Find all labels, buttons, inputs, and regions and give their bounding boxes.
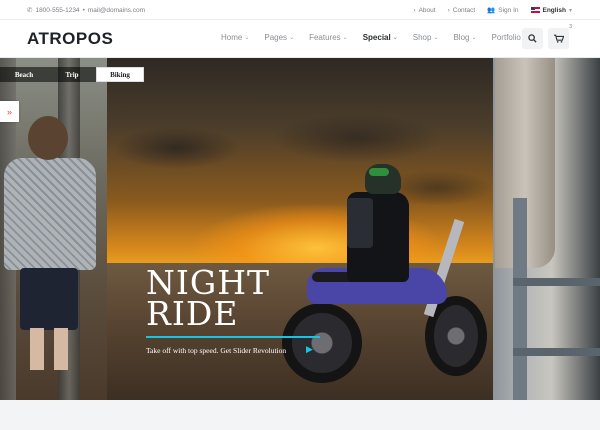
chevron-down-icon: ⌄ — [244, 35, 250, 41]
about-link[interactable]: › About — [413, 7, 435, 14]
nav-item-special[interactable]: Special ⌄ — [363, 33, 398, 42]
slider-next-arrow[interactable]: » — [0, 101, 19, 122]
users-icon: 👥 — [487, 7, 496, 14]
chevron-right-icon: › — [413, 6, 416, 14]
tab-biking[interactable]: Biking — [96, 67, 144, 82]
sign-in-link[interactable]: 👥 Sign In — [487, 6, 518, 15]
main-nav: Home ⌄ Pages ⌄ Features ⌄ Special ⌄ Shop ⌄ Bl… — [221, 33, 528, 42]
contact-separator: • — [82, 6, 85, 14]
top-bar: ✆ 1800-555-1234 • mail@domains.com › Abo… — [0, 0, 600, 20]
us-flag-icon — [530, 7, 540, 13]
tab-trip[interactable]: Trip — [48, 67, 96, 82]
slide-play-icon[interactable]: ▶ — [306, 344, 313, 355]
nav-item-pages[interactable]: Pages ⌄ — [264, 33, 294, 42]
main-header: ATROPOS Home ⌄ Pages ⌄ Features ⌄ Special ⌄ … — [0, 20, 600, 58]
hero-slider[interactable]: NIGHT RIDE Take off with top speed. Get … — [0, 58, 600, 400]
contact-info: ✆ 1800-555-1234 • mail@domains.com — [27, 6, 145, 15]
slide-accent-line — [146, 336, 320, 338]
site-logo[interactable]: ATROPOS — [27, 29, 113, 49]
cart-count-badge: 3 — [568, 24, 572, 30]
email-address[interactable]: mail@domains.com — [88, 7, 145, 14]
tab-beach[interactable]: Beach — [0, 67, 48, 82]
chevron-down-icon: ⌄ — [392, 35, 398, 41]
cart-button[interactable]: 3 — [548, 24, 572, 49]
motorbike-rear-wheel — [282, 303, 362, 383]
caret-down-icon: ▾ — [568, 7, 572, 14]
cart-icon — [553, 34, 564, 43]
nav-item-features[interactable]: Features ⌄ — [309, 33, 348, 42]
content-below-slider — [0, 400, 600, 430]
phone-number[interactable]: 1800-555-1234 — [35, 7, 79, 14]
nav-item-home[interactable]: Home ⌄ — [221, 33, 249, 42]
slide-subtitle: Take off with top speed. Get Slider Revo… — [146, 346, 287, 355]
chevron-down-icon: ⌄ — [342, 35, 348, 41]
chevron-down-icon: ⌄ — [471, 35, 477, 41]
phone-icon: ✆ — [27, 7, 33, 14]
slide-title-line-2: RIDE — [146, 294, 239, 333]
search-button[interactable] — [522, 28, 543, 49]
nav-item-blog[interactable]: Blog ⌄ — [453, 33, 476, 42]
top-links: › About › Contact 👥 Sign In English ▾ — [413, 6, 572, 15]
search-icon — [528, 34, 537, 43]
page: ✆ 1800-555-1234 • mail@domains.com › Abo… — [0, 0, 600, 430]
rider-helmet — [365, 164, 401, 194]
double-chevron-right-icon: » — [6, 106, 12, 117]
nav-item-shop[interactable]: Shop ⌄ — [413, 33, 439, 42]
language-selector[interactable]: English ▾ — [530, 7, 572, 14]
contact-link[interactable]: › Contact — [448, 7, 476, 14]
chevron-down-icon: ⌄ — [433, 35, 439, 41]
chevron-right-icon: › — [447, 6, 450, 14]
slider-tabs: Beach Trip Biking — [0, 67, 144, 82]
chevron-down-icon: ⌄ — [289, 35, 295, 41]
